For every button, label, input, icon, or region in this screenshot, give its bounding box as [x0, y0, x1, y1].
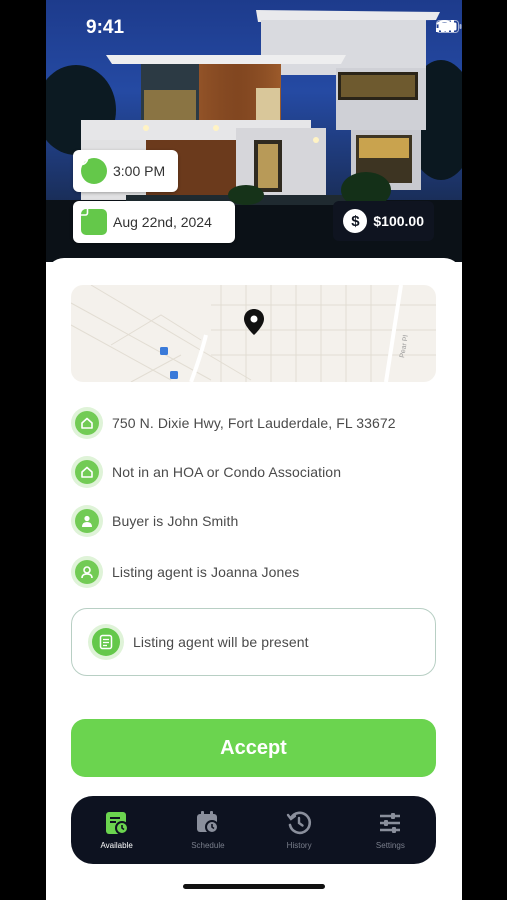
- details-card: Pear Pl 750 N. Dixie Hwy, Fort Lauderdal…: [46, 258, 462, 900]
- person-icon: [71, 505, 103, 537]
- calendar-icon: [73, 203, 107, 235]
- clock-icon: [73, 150, 107, 184]
- date-chip: Aug 22nd, 2024: [73, 201, 235, 243]
- date-label: Aug 22nd, 2024: [113, 214, 212, 230]
- tab-settings[interactable]: Settings: [355, 810, 425, 850]
- home-indicator[interactable]: [183, 884, 325, 889]
- battery-icon: [436, 20, 462, 33]
- price-chip: $ $100.00: [333, 201, 434, 241]
- checklist-icon: [88, 624, 124, 660]
- property-photo: 9:41 3:00 PM Aug 22nd, 2024 $ $100.00: [46, 0, 462, 262]
- accept-button[interactable]: Accept: [71, 719, 436, 777]
- tab-label: Schedule: [191, 841, 225, 850]
- location-map[interactable]: Pear Pl: [71, 285, 436, 382]
- bottom-tab-bar: Available Schedule History Settings: [71, 796, 436, 864]
- sliders-icon: [380, 813, 401, 833]
- tab-schedule[interactable]: Schedule: [173, 810, 243, 850]
- hoa-text: Not in an HOA or Condo Association: [112, 464, 342, 480]
- calendar-clock-icon: [196, 811, 219, 834]
- tab-history[interactable]: History: [264, 810, 334, 850]
- agent-icon: [71, 556, 103, 588]
- house-icon: [71, 407, 103, 439]
- tab-label: Available: [100, 841, 133, 850]
- time-chip: 3:00 PM: [73, 150, 178, 192]
- available-icon: [105, 812, 129, 835]
- buyer-text: Buyer is John Smith: [112, 513, 239, 529]
- tab-label: History: [286, 841, 312, 850]
- agent-present-note: Listing agent will be present: [71, 608, 436, 676]
- history-icon: [286, 811, 312, 835]
- location-pin-icon: [244, 309, 264, 335]
- address-text: 750 N. Dixie Hwy, Fort Lauderdale, FL 33…: [112, 415, 396, 431]
- time-label: 3:00 PM: [113, 163, 166, 179]
- dollar-icon: $: [343, 209, 368, 233]
- agent-present-text: Listing agent will be present: [133, 634, 309, 650]
- price-label: $100.00: [373, 213, 424, 229]
- phone-screen: 9:41 3:00 PM Aug 22nd, 2024 $ $100.00 Pe…: [46, 0, 462, 900]
- listing-agent-text: Listing agent is Joanna Jones: [112, 564, 300, 580]
- hoa-row: Not in an HOA or Condo Association: [71, 456, 341, 488]
- tab-available[interactable]: Available: [82, 810, 152, 850]
- listing-agent-row: Listing agent is Joanna Jones: [71, 556, 299, 588]
- house-icon: [71, 456, 103, 488]
- tab-label: Settings: [375, 841, 405, 850]
- buyer-row: Buyer is John Smith: [71, 505, 238, 537]
- status-time: 9:41: [86, 17, 125, 38]
- address-row: 750 N. Dixie Hwy, Fort Lauderdale, FL 33…: [71, 407, 396, 439]
